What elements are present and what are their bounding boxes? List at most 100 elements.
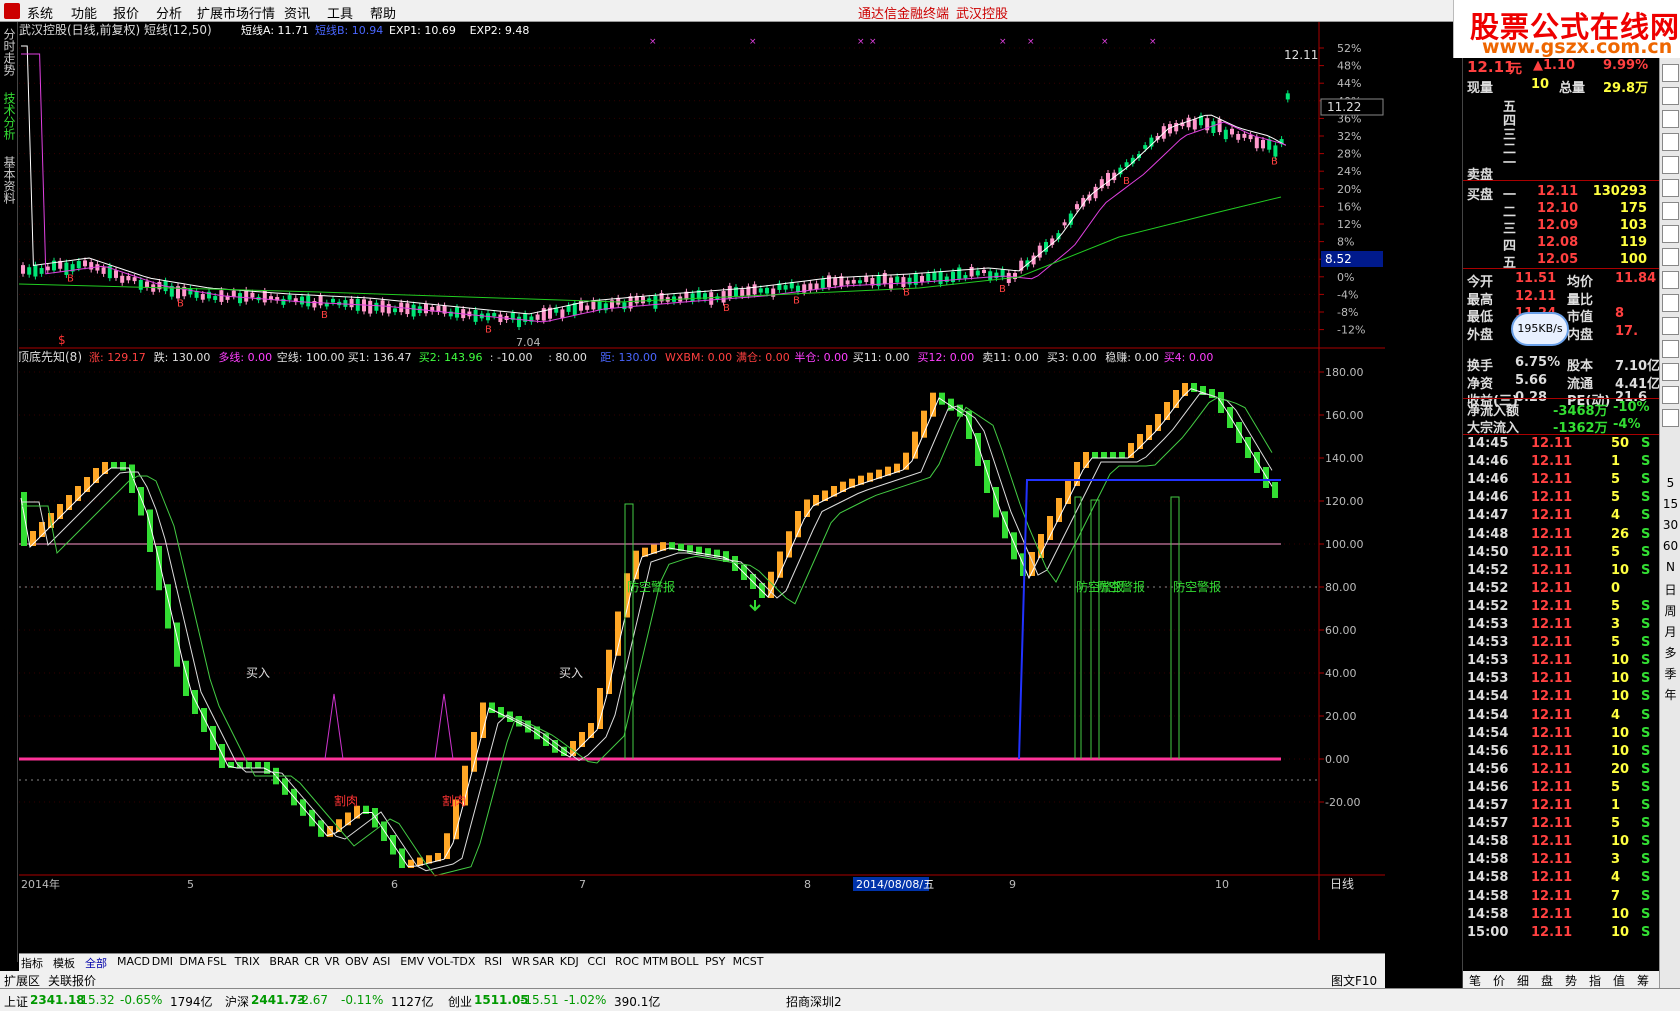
tick-vol: 20 bbox=[1611, 761, 1630, 777]
period-5[interactable]: 日 bbox=[1662, 581, 1679, 598]
period-7[interactable]: 月 bbox=[1662, 623, 1679, 640]
alarm-label-4: 防空警报 bbox=[1173, 579, 1221, 594]
buy-row: 二 12.10 175 bbox=[1463, 201, 1659, 220]
indicator-tab[interactable]: TRIX bbox=[235, 955, 260, 968]
period-label[interactable]: 日线 bbox=[1330, 877, 1354, 891]
tick-price: 12.11 bbox=[1531, 924, 1573, 940]
indicator-tab[interactable]: ASI bbox=[373, 955, 391, 968]
grid-icon[interactable] bbox=[1662, 87, 1679, 105]
right-tab[interactable]: 指 bbox=[1589, 972, 1601, 989]
indicator-tab[interactable]: BRAR bbox=[269, 955, 299, 968]
period-1[interactable]: 15 bbox=[1662, 497, 1679, 511]
tab-intraday[interactable]: 分时走势 bbox=[1, 28, 16, 76]
right-tab[interactable]: 值 bbox=[1613, 972, 1625, 989]
indicator-tab[interactable]: DMA bbox=[179, 955, 205, 968]
related-quote-tab[interactable]: 关联报价 bbox=[48, 972, 96, 989]
period-6[interactable]: 周 bbox=[1662, 602, 1679, 619]
f5-icon[interactable] bbox=[1662, 386, 1679, 404]
right-tab[interactable]: 筹 bbox=[1637, 972, 1649, 989]
tick-row: 14:58 12.11 10 S bbox=[1463, 907, 1659, 925]
server-name[interactable]: 招商深圳2 bbox=[786, 993, 842, 1010]
tick-row: 14:54 12.11 4 S bbox=[1463, 708, 1659, 726]
tick-side: S bbox=[1641, 635, 1651, 651]
indicator-tab[interactable]: CR bbox=[304, 955, 319, 968]
menu-function[interactable]: 功能 bbox=[71, 3, 97, 22]
indicator-tab[interactable]: 全部 bbox=[85, 955, 107, 971]
f12-icon[interactable] bbox=[1662, 225, 1679, 243]
period-9[interactable]: 季 bbox=[1662, 665, 1679, 682]
pencil-icon[interactable] bbox=[1662, 363, 1679, 381]
main-axis-tick: 48% bbox=[1337, 60, 1361, 73]
menu-news[interactable]: 资讯 bbox=[284, 3, 310, 22]
indicator-tab[interactable]: DMI bbox=[152, 955, 173, 968]
ext-area-tab[interactable]: 扩展区 bbox=[4, 972, 40, 989]
tick-side: S bbox=[1641, 743, 1651, 759]
indicator-tab[interactable]: SAR bbox=[532, 955, 554, 968]
tick-row: 14:45 12.11 50 S bbox=[1463, 436, 1659, 454]
price-change: ▲1.10 bbox=[1533, 58, 1576, 73]
right-tab[interactable]: 价 bbox=[1493, 972, 1505, 989]
line-icon[interactable] bbox=[1662, 110, 1679, 128]
calendar-icon[interactable] bbox=[1662, 202, 1679, 220]
indicator-tab[interactable]: KDJ bbox=[560, 955, 579, 968]
tab-technical[interactable]: 技术分析 bbox=[1, 92, 16, 140]
chart-area[interactable]: 武汉控股(日线,前复权) 短线(12,50) 短线A: 11.71 短线B: 10… bbox=[19, 22, 1385, 940]
indicator-tab[interactable]: CCI bbox=[587, 955, 606, 968]
magnifier-icon[interactable] bbox=[1662, 271, 1679, 289]
right-tab[interactable]: 势 bbox=[1565, 972, 1577, 989]
f9-icon[interactable] bbox=[1662, 248, 1679, 266]
index-name[interactable]: 创业 bbox=[448, 993, 472, 1010]
bar-icon[interactable] bbox=[1662, 133, 1679, 151]
period-4[interactable]: N bbox=[1662, 560, 1679, 574]
menu-system[interactable]: 系统 bbox=[27, 3, 53, 22]
indicator-tab[interactable]: BOLL bbox=[670, 955, 698, 968]
period-8[interactable]: 多 bbox=[1662, 644, 1679, 661]
index-name[interactable]: 上证 bbox=[4, 993, 28, 1010]
indicator-tab[interactable]: MACD bbox=[117, 955, 150, 968]
right-tab[interactable]: 盘 bbox=[1541, 972, 1553, 989]
indicator-tab[interactable]: EMV bbox=[400, 955, 424, 968]
menu-tools[interactable]: 工具 bbox=[327, 3, 353, 22]
info-icon[interactable] bbox=[1662, 179, 1679, 197]
indicator-tab[interactable]: VOL-TDX bbox=[428, 955, 476, 968]
tab-fundamental[interactable]: 基本资料 bbox=[1, 156, 16, 204]
period-3[interactable]: 60 bbox=[1662, 539, 1679, 553]
tick-side: S bbox=[1641, 508, 1651, 524]
indicator-tab[interactable]: MTM bbox=[643, 955, 669, 968]
chart-icon[interactable] bbox=[1662, 64, 1679, 82]
chart2-icon[interactable] bbox=[1662, 294, 1679, 312]
menu-analysis[interactable]: 分析 bbox=[156, 3, 182, 22]
index-name[interactable]: 沪深 bbox=[225, 993, 249, 1010]
indicator-tab[interactable]: WR bbox=[512, 955, 531, 968]
f10-tab[interactable]: 图文F10 bbox=[1331, 972, 1377, 989]
date-label-jul: 7 bbox=[579, 878, 586, 891]
stat-value-2: 17. bbox=[1615, 323, 1639, 339]
indicator-tab[interactable]: 指标 bbox=[21, 955, 43, 971]
tick-row: 14:53 12.11 3 S bbox=[1463, 617, 1659, 635]
app-logo-icon[interactable] bbox=[4, 3, 20, 19]
indicator-tab[interactable]: MCST bbox=[733, 955, 764, 968]
period-0[interactable]: 5 bbox=[1662, 476, 1679, 490]
clock-icon[interactable] bbox=[1662, 409, 1679, 427]
indicator-tab[interactable]: RSI bbox=[484, 955, 502, 968]
right-tab[interactable]: 细 bbox=[1517, 972, 1529, 989]
plus-icon[interactable] bbox=[1662, 340, 1679, 358]
selected-date[interactable]: 2014/08/08/五 bbox=[856, 878, 934, 891]
right-tab[interactable]: 笔 bbox=[1469, 972, 1481, 989]
period-2[interactable]: 30 bbox=[1662, 518, 1679, 532]
indicator-tab[interactable]: ROC bbox=[615, 955, 639, 968]
menu-quote[interactable]: 报价 bbox=[113, 3, 139, 22]
indicator-tab[interactable]: OBV bbox=[345, 955, 368, 968]
network-speed-badge[interactable]: 195KB/s bbox=[1511, 312, 1569, 346]
indicator-tab[interactable]: VR bbox=[325, 955, 340, 968]
indicator-tab[interactable]: 模板 bbox=[53, 955, 75, 971]
si-icon[interactable] bbox=[1662, 317, 1679, 335]
stat-label-2: 均价 bbox=[1567, 275, 1594, 290]
menu-help[interactable]: 帮助 bbox=[370, 3, 396, 22]
indicator-tab[interactable]: PSY bbox=[705, 955, 725, 968]
menu-ext-market[interactable]: 扩展市场行情 bbox=[197, 3, 275, 22]
f10-icon[interactable] bbox=[1662, 156, 1679, 174]
indicator-tab[interactable]: FSL bbox=[207, 955, 226, 968]
period-10[interactable]: 年 bbox=[1662, 686, 1679, 703]
indicator-axis-tick: -20.00 bbox=[1325, 796, 1360, 809]
